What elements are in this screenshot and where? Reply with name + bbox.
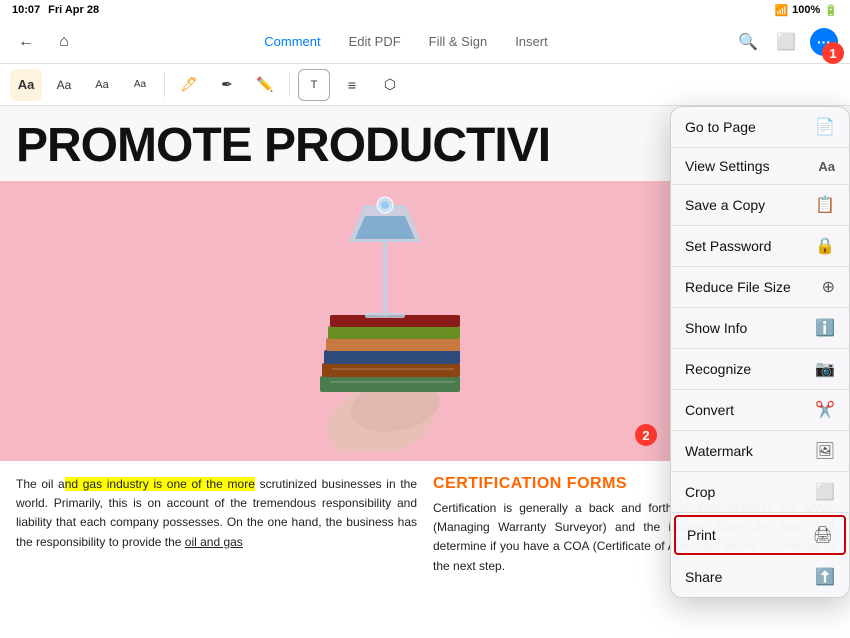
- day: Fri Apr 28: [48, 4, 99, 16]
- strikethrough-tool[interactable]: ✒: [211, 69, 243, 101]
- underlined-text: oil and gas: [185, 535, 243, 549]
- share-button[interactable]: ⬜: [772, 28, 800, 56]
- menu-setpassword[interactable]: Set Password 🔒: [671, 226, 849, 267]
- font-style-small[interactable]: Aa: [86, 69, 118, 101]
- watermark-icon: 🖼: [815, 441, 835, 461]
- search-button[interactable]: 🔍: [734, 28, 762, 56]
- font-style-serif[interactable]: Aa: [10, 69, 42, 101]
- home-button[interactable]: ⌂: [50, 28, 78, 56]
- list-tool[interactable]: ≡: [336, 69, 368, 101]
- pdf-body-left: The oil and gas industry is one of the m…: [16, 475, 417, 576]
- toolbar-separator-2: [289, 73, 290, 97]
- tab-insert[interactable]: Insert: [501, 30, 562, 53]
- reducefilesize-icon: ⊕: [822, 277, 835, 297]
- viewsettings-icon: Aa: [818, 159, 835, 174]
- setpassword-icon: 🔒: [815, 236, 835, 256]
- recognize-icon: 📷: [815, 359, 835, 379]
- cocktail-illustration: [250, 191, 600, 451]
- top-nav: ← ⌂ Comment Edit PDF Fill & Sign Insert …: [0, 20, 850, 64]
- goto-icon: 📄: [815, 117, 835, 137]
- nav-tabs: Comment Edit PDF Fill & Sign Insert: [250, 30, 561, 53]
- share-icon: ⬆️: [815, 567, 835, 587]
- showinfo-icon: ℹ️: [815, 318, 835, 338]
- menu-print[interactable]: Print 🖨: [674, 515, 846, 555]
- tab-editpdf[interactable]: Edit PDF: [335, 30, 415, 53]
- menu-watermark[interactable]: Watermark 🖼: [671, 431, 849, 472]
- tab-comment[interactable]: Comment: [250, 30, 334, 53]
- toolbar-separator-1: [164, 73, 165, 97]
- menu-crop[interactable]: Crop ⬜: [671, 472, 849, 513]
- status-left: 10:07 Fri Apr 28: [12, 4, 99, 16]
- dropdown-menu: Go to Page 📄 View Settings Aa Save a Cop…: [670, 106, 850, 598]
- font-style-tiny[interactable]: Aa: [124, 69, 156, 101]
- toolbar: Aa Aa Aa Aa 🖊 ✒ ✏️ T ≡ ⬡: [0, 64, 850, 106]
- menu-goto[interactable]: Go to Page 📄: [671, 107, 849, 148]
- textbox-tool[interactable]: T: [298, 69, 330, 101]
- print-icon: 🖨: [813, 525, 833, 545]
- saveacopy-icon: 📋: [815, 195, 835, 215]
- image-tool[interactable]: ⬡: [374, 69, 406, 101]
- menu-saveacopy[interactable]: Save a Copy 📋: [671, 185, 849, 226]
- tab-fillsign[interactable]: Fill & Sign: [415, 30, 502, 53]
- back-button[interactable]: ←: [12, 28, 40, 56]
- badge-1: 1: [822, 42, 844, 64]
- highlight-tool[interactable]: 🖊: [173, 69, 205, 101]
- crop-icon: ⬜: [815, 482, 835, 502]
- status-bar: 10:07 Fri Apr 28 📶 100% 🔋: [0, 0, 850, 20]
- highlighted-text: nd gas industry is one of the more: [65, 477, 255, 491]
- menu-share[interactable]: Share ⬆️: [671, 557, 849, 597]
- nav-left: ← ⌂: [12, 28, 78, 56]
- main-content: PROMOTE PRODUCTIVI: [0, 106, 850, 638]
- status-right: 📶 100% 🔋: [774, 4, 838, 17]
- font-style-normal[interactable]: Aa: [48, 69, 80, 101]
- menu-viewsettings[interactable]: View Settings Aa: [671, 148, 849, 185]
- battery-percentage: 100%: [792, 4, 820, 16]
- time: 10:07: [12, 4, 40, 16]
- menu-recognize[interactable]: Recognize 📷: [671, 349, 849, 390]
- menu-convert[interactable]: Convert ✂️: [671, 390, 849, 431]
- pencil-tool[interactable]: ✏️: [249, 69, 281, 101]
- battery-icon: 📶: [774, 4, 788, 17]
- badge-2: 2: [635, 424, 657, 446]
- convert-icon: ✂️: [815, 400, 835, 420]
- battery-bar: 🔋: [824, 4, 838, 17]
- menu-reducefilesize[interactable]: Reduce File Size ⊕: [671, 267, 849, 308]
- menu-showinfo[interactable]: Show Info ℹ️: [671, 308, 849, 349]
